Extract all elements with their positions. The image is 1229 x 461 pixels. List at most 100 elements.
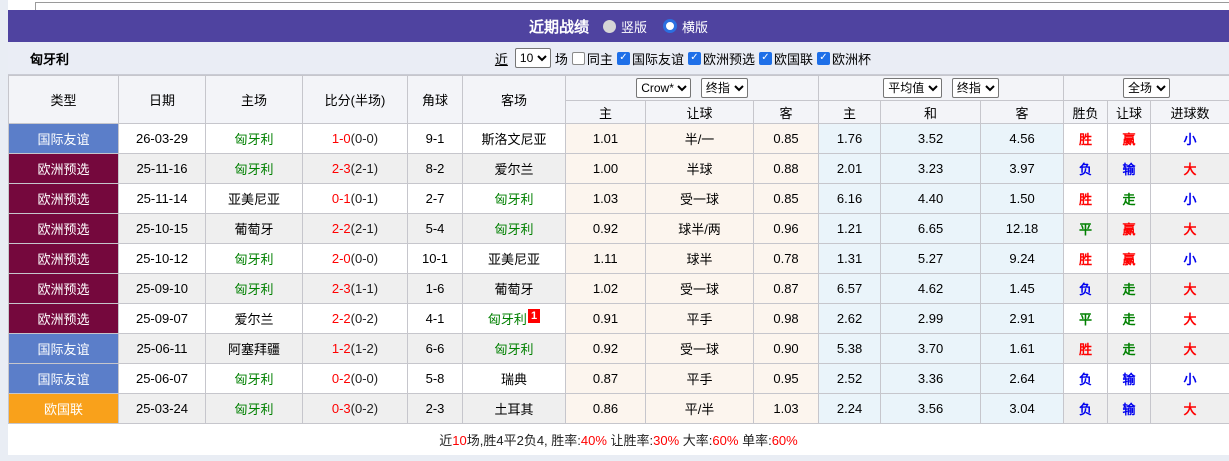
odds-home-win: 5.38 [818,333,882,364]
layout-option-vertical[interactable]: 竖版 [602,17,647,36]
odds-stage-select[interactable]: 终指 [951,78,999,98]
match-type-badge: 欧国联 [8,393,119,424]
col-header-eu-home: 主 [818,100,882,124]
table-row: 国际友谊 26-03-29 匈牙利 1-0(0-0) 9-1 斯洛文尼亚 1.0… [8,123,1229,154]
handicap-group-header: Crow* 终指 [564,75,820,101]
odds-draw: 3.36 [880,363,982,394]
table-row: 欧国联 25-03-24 匈牙利 0-3(0-2) 2-3 土耳其 0.86 平… [8,393,1229,424]
home-team-name: 匈牙利 [234,282,274,297]
full-time-score: 0-1 [331,191,351,206]
full-time-score: 2-2 [331,311,351,326]
odds-home-win: 2.52 [818,363,882,394]
previous-section-border [35,2,1229,10]
result-goals: 大 [1150,273,1229,304]
result-win-draw-loss: 胜 [1063,123,1109,154]
handicap-away-odds: 0.98 [752,303,820,334]
handicap-line: 受一球 [645,183,754,214]
result-handicap: 走 [1107,333,1152,364]
same-home-checkbox[interactable] [571,51,585,65]
same-home-filter[interactable]: 同主 [571,49,613,68]
table-row: 国际友谊 25-06-11 阿塞拜疆 1-2(1-2) 6-6 匈牙利 0.92… [8,333,1229,364]
handicap-home-odds: 1.03 [565,183,646,214]
match-type-badge: 欧洲预选 [8,183,119,214]
match-type-badge: 欧洲预选 [8,243,119,274]
result-goals: 小 [1150,183,1229,214]
away-team-name: 爱尔兰 [494,162,534,177]
recent-count-select[interactable]: 10 [514,48,551,68]
full-time-score: 0-3 [331,401,351,416]
odds-away-win: 3.04 [980,393,1065,424]
handicap-line: 半/一 [645,123,754,154]
match-date: 25-10-15 [118,213,206,244]
handicap-home-odds: 0.91 [565,303,646,334]
col-header-result-wdl: 胜负 [1063,100,1109,124]
result-goals: 大 [1150,153,1229,184]
home-team: 匈牙利 [205,273,303,304]
home-team: 葡萄牙 [205,213,303,244]
odds-source-select[interactable]: 平均值 [883,78,943,98]
nations-league-checkbox[interactable]: ✓ [758,51,772,65]
full-time-score: 2-2 [331,221,351,236]
table-row: 欧洲预选 25-09-10 匈牙利 2-3(1-1) 1-6 葡萄牙 1.02 … [8,273,1229,304]
odds-draw: 3.70 [880,333,982,364]
handicap-away-odds: 0.78 [752,243,820,274]
odds-away-win: 9.24 [980,243,1065,274]
away-team-name: 葡萄牙 [494,282,534,297]
handicap-away-odds: 0.87 [752,273,820,304]
table-row: 欧洲预选 25-09-07 爱尔兰 2-2(0-2) 4-1 匈牙利 1 0.91… [8,303,1229,334]
away-team: 斯洛文尼亚 [462,123,566,154]
half-time-score: (0-1) [350,191,379,206]
away-team: 匈牙利 [462,183,566,214]
col-header-ah-line: 让球 [645,100,754,124]
filter-nations-league[interactable]: ✓ 欧国联 [758,49,813,68]
match-date: 25-09-07 [118,303,206,334]
filter-friendly[interactable]: ✓ 国际友谊 [616,49,684,68]
handicap-away-odds: 1.03 [752,393,820,424]
filter-friendly-label[interactable]: 国际友谊 [632,49,684,68]
away-note-badge: 1 [527,309,541,323]
away-team-name: 匈牙利 [494,192,534,207]
col-header-ah-home: 主 [565,100,646,124]
score-cell: 0-3(0-2) [302,393,408,424]
score-cell: 2-3(2-1) [302,153,408,184]
away-team: 匈牙利 [462,213,566,244]
same-home-label[interactable]: 同主 [587,49,613,68]
odds-draw: 3.52 [880,123,982,154]
table-row: 国际友谊 25-06-07 匈牙利 0-2(0-0) 5-8 瑞典 0.87 平… [8,363,1229,394]
filter-euro-qualifier[interactable]: ✓ 欧洲预选 [687,49,755,68]
filter-euro-qualifier-label[interactable]: 欧洲预选 [703,49,755,68]
filter-euro-cup[interactable]: ✓ 欧洲杯 [816,49,871,68]
home-team: 匈牙利 [205,243,303,274]
home-team: 匈牙利 [205,123,303,154]
radio-horizontal-icon[interactable] [663,19,677,33]
full-time-score: 1-0 [331,131,351,146]
recent-link[interactable]: 近 [495,49,508,68]
result-goals: 大 [1150,333,1229,364]
filters-group: 近 10 场 同主 ✓ 国际友谊 ✓ 欧洲预选 ✓ 欧国联 ✓ 欧洲杯 [495,48,871,68]
result-win-draw-loss: 平 [1063,213,1109,244]
result-scope-select[interactable]: 全场 [1123,78,1171,98]
handicap-line: 受一球 [645,333,754,364]
match-type-badge: 欧洲预选 [8,213,119,244]
filter-euro-cup-label[interactable]: 欧洲杯 [832,49,871,68]
radio-vertical-icon[interactable] [602,19,616,33]
euro-qualifier-checkbox[interactable]: ✓ [687,51,701,65]
result-handicap: 走 [1107,273,1152,304]
handicap-away-odds: 0.96 [752,213,820,244]
away-team-name: 亚美尼亚 [487,252,540,267]
score-cell: 0-1(0-1) [302,183,408,214]
euro-cup-checkbox[interactable]: ✓ [816,51,830,65]
half-time-score: (0-2) [350,311,379,326]
europe-odds-group-header: 平均值 终指 [818,75,1065,101]
handicap-stage-select[interactable]: 终指 [700,78,748,98]
radio-vertical-label[interactable]: 竖版 [621,17,647,36]
bookmaker-select[interactable]: Crow* [636,78,692,98]
radio-horizontal-label[interactable]: 横版 [682,17,708,36]
filter-nations-league-label[interactable]: 欧国联 [774,49,813,68]
friendly-checkbox[interactable]: ✓ [616,51,630,65]
team-name-label: 匈牙利 [30,51,70,67]
result-goals: 小 [1150,243,1229,274]
handicap-home-odds: 0.87 [565,363,646,394]
layout-option-horizontal[interactable]: 横版 [663,17,708,36]
result-handicap: 赢 [1107,243,1152,274]
